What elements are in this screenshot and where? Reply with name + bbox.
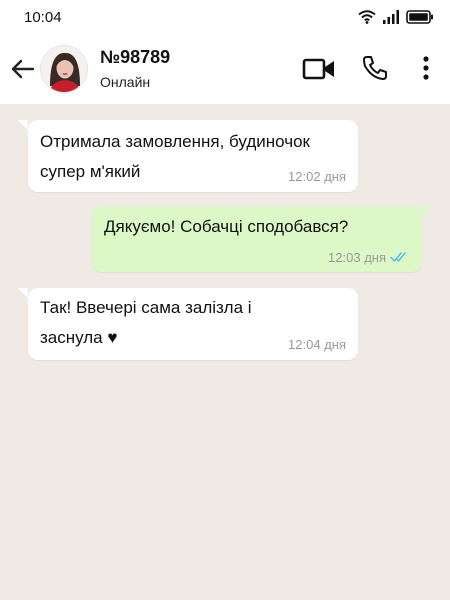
bubble-tail	[18, 120, 28, 130]
signal-icon	[383, 10, 399, 24]
status-icons	[358, 9, 434, 25]
wifi-icon	[358, 10, 376, 24]
message-line: Так! Ввечері сама залізла і	[40, 298, 252, 317]
video-call-icon[interactable]	[302, 56, 336, 82]
battery-icon	[406, 10, 433, 24]
message-line: Отримала замовлення, будиночок	[40, 132, 310, 151]
bubble-tail	[422, 206, 432, 216]
avatar-image	[41, 46, 87, 92]
read-double-check-icon	[390, 252, 406, 262]
chat-header: №98789 Онлайн	[0, 36, 450, 104]
message-time: 12:03 дня	[328, 250, 386, 265]
message-time: 12:04 дня	[288, 337, 346, 352]
message-time: 12:02 дня	[288, 169, 346, 184]
more-vertical-icon[interactable]	[418, 54, 434, 82]
message-outgoing[interactable]: Дякуємо! Собачці сподобався? 12:03 дня	[92, 206, 422, 272]
message-text: Дякуємо! Собачці сподобався?	[104, 212, 416, 242]
phone-icon[interactable]	[361, 54, 389, 82]
message-incoming[interactable]: Так! Ввечері сама залізла і заснула ♥ 12…	[28, 288, 358, 360]
message-line: Дякуємо! Собачці сподобався?	[104, 217, 349, 236]
chat-area: Отримала замовлення, будиночок супер м'я…	[0, 104, 450, 600]
arrow-left-icon[interactable]	[10, 57, 36, 81]
contact-name[interactable]: №98789	[100, 47, 170, 68]
bubble-tail	[18, 288, 28, 298]
contact-status: Онлайн	[100, 74, 151, 90]
avatar[interactable]	[40, 45, 88, 93]
status-bar: 10:04	[0, 0, 450, 36]
status-time: 10:04	[24, 9, 62, 26]
message-incoming[interactable]: Отримала замовлення, будиночок супер м'я…	[28, 120, 358, 192]
